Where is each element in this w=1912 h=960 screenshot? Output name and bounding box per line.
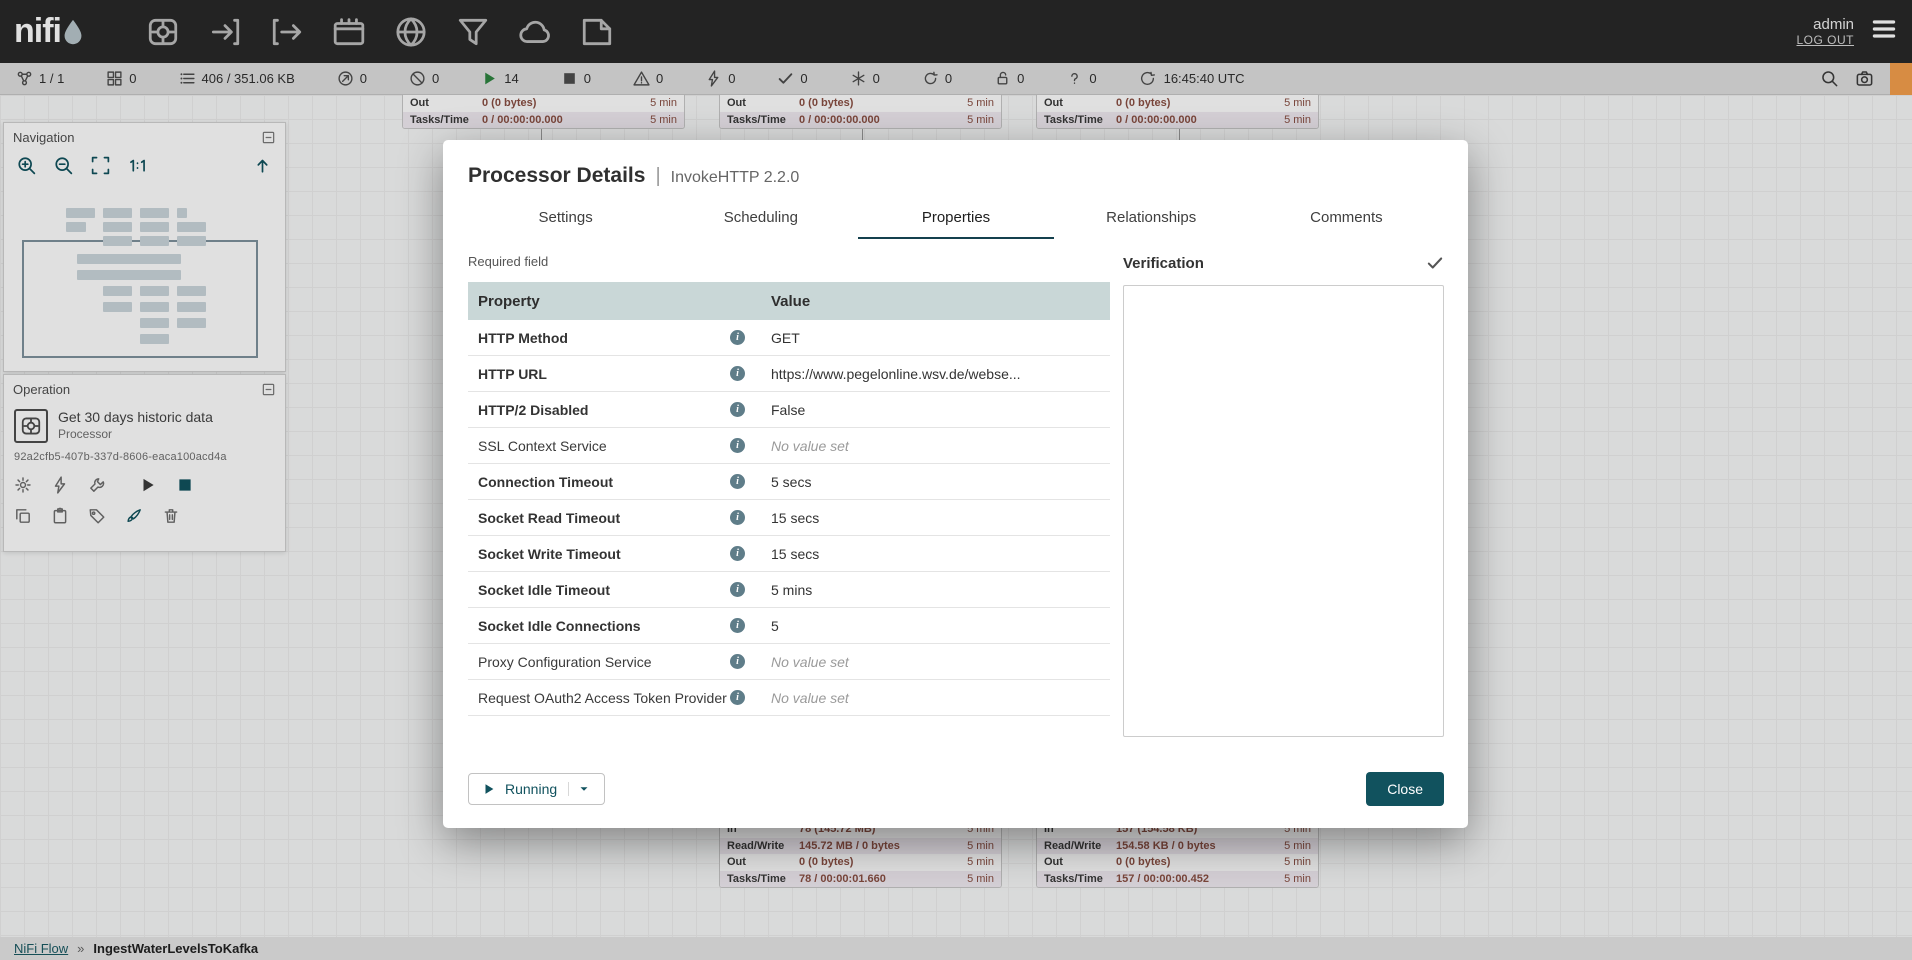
property-row: Socket Idle Connectionsi 5 — [468, 608, 1110, 644]
info-cell: i — [730, 438, 764, 453]
info-icon[interactable]: i — [730, 510, 745, 525]
tab-scheduling[interactable]: Scheduling — [663, 200, 858, 239]
info-icon[interactable]: i — [730, 438, 745, 453]
property-row: Connection Timeouti 5 secs — [468, 464, 1110, 500]
property-value: 5 secs — [764, 474, 1110, 490]
property-name: HTTP Method — [468, 330, 730, 346]
property-value: https://www.pegelonline.wsv.de/webse... — [764, 366, 1110, 382]
property-row: Proxy Configuration Servicei No value set — [468, 644, 1110, 680]
info-cell: i — [730, 654, 764, 669]
info-icon[interactable]: i — [730, 654, 745, 669]
property-row: Request OAuth2 Access Token Provideri No … — [468, 680, 1110, 716]
info-icon[interactable]: i — [730, 546, 745, 561]
property-row: HTTP/2 Disabledi False — [468, 392, 1110, 428]
property-name: Proxy Configuration Service — [468, 654, 730, 670]
property-name: Socket Idle Timeout — [468, 582, 730, 598]
play-icon — [482, 782, 496, 796]
dialog-tabs: SettingsSchedulingPropertiesRelationship… — [468, 200, 1444, 239]
tab-settings[interactable]: Settings — [468, 200, 663, 239]
info-cell: i — [730, 690, 764, 705]
dialog-title-separator: | — [655, 165, 660, 188]
property-value: False — [764, 402, 1110, 418]
check-icon[interactable] — [1426, 254, 1444, 272]
dialog-title-row: Processor Details | InvokeHTTP 2.2.0 — [468, 164, 1444, 188]
required-field-label: Required field — [468, 254, 1110, 269]
info-icon[interactable]: i — [730, 690, 745, 705]
caret-down-icon[interactable] — [568, 782, 591, 796]
property-row: HTTP Methodi GET — [468, 320, 1110, 356]
info-icon[interactable]: i — [730, 366, 745, 381]
property-value: GET — [764, 330, 1110, 346]
info-icon[interactable]: i — [730, 582, 745, 597]
verification-title: Verification — [1123, 255, 1204, 272]
property-value: No value set — [764, 438, 1110, 454]
dialog-footer: Running Close — [468, 772, 1444, 806]
info-cell: i — [730, 402, 764, 417]
info-cell: i — [730, 366, 764, 381]
info-icon[interactable]: i — [730, 330, 745, 345]
property-row: Socket Read Timeouti 15 secs — [468, 500, 1110, 536]
processor-details-dialog: Processor Details | InvokeHTTP 2.2.0 Set… — [443, 140, 1468, 828]
property-name: Socket Read Timeout — [468, 510, 730, 526]
dialog-title: Processor Details — [468, 164, 645, 188]
close-button[interactable]: Close — [1366, 772, 1444, 806]
clipped-row — [468, 716, 1110, 734]
info-cell: i — [730, 330, 764, 345]
info-cell: i — [730, 546, 764, 561]
property-row: HTTP URLi https://www.pegelonline.wsv.de/… — [468, 356, 1110, 392]
property-value: No value set — [764, 690, 1110, 706]
property-column-header: Property — [468, 293, 764, 310]
property-name: HTTP/2 Disabled — [468, 402, 730, 418]
info-icon[interactable]: i — [730, 618, 745, 633]
property-name: Connection Timeout — [468, 474, 730, 490]
info-cell: i — [730, 582, 764, 597]
property-name: SSL Context Service — [468, 438, 730, 454]
tab-comments[interactable]: Comments — [1249, 200, 1444, 239]
property-value: 15 secs — [764, 510, 1110, 526]
property-row: Socket Idle Timeouti 5 mins — [468, 572, 1110, 608]
property-value: 15 secs — [764, 546, 1110, 562]
property-value: 5 mins — [764, 582, 1110, 598]
property-name: Socket Write Timeout — [468, 546, 730, 562]
verification-results — [1123, 285, 1444, 737]
tab-relationships[interactable]: Relationships — [1054, 200, 1249, 239]
info-cell: i — [730, 474, 764, 489]
property-name: Request OAuth2 Access Token Provider — [468, 690, 730, 706]
properties-table-header: Property Value — [468, 282, 1110, 320]
property-value: 5 — [764, 618, 1110, 634]
property-row: SSL Context Servicei No value set — [468, 428, 1110, 464]
property-name: Socket Idle Connections — [468, 618, 730, 634]
info-icon[interactable]: i — [730, 402, 745, 417]
property-name: HTTP URL — [468, 366, 730, 382]
dialog-subtitle: InvokeHTTP 2.2.0 — [671, 169, 800, 187]
info-cell: i — [730, 618, 764, 633]
property-row: Socket Write Timeouti 15 secs — [468, 536, 1110, 572]
verification-header: Verification — [1123, 254, 1444, 272]
tab-properties[interactable]: Properties — [858, 200, 1053, 239]
property-value: No value set — [764, 654, 1110, 670]
run-state-label: Running — [505, 781, 557, 797]
info-cell: i — [730, 510, 764, 525]
properties-table: Property Value HTTP MethodiGETHTTP URLih… — [468, 282, 1110, 734]
info-icon[interactable]: i — [730, 474, 745, 489]
run-state-button[interactable]: Running — [468, 773, 605, 805]
value-column-header: Value — [764, 293, 1110, 310]
